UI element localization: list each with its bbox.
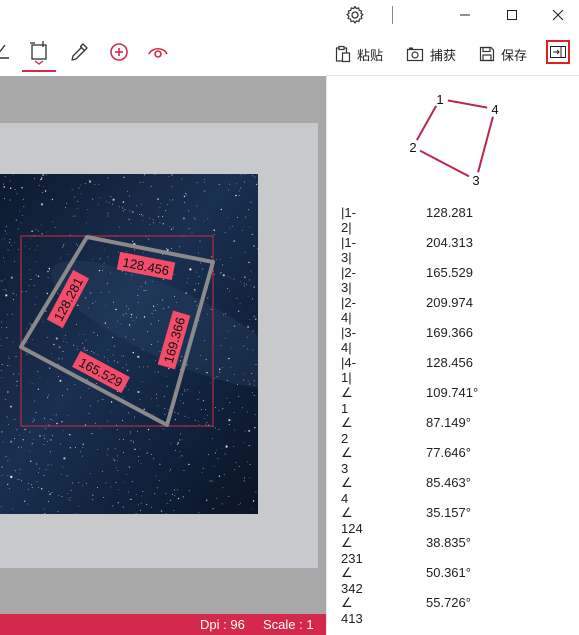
measurement-value: 35.157° xyxy=(426,505,471,520)
maximize-icon[interactable] xyxy=(499,0,525,30)
toolbar: 粘贴 捕获 保存 xyxy=(0,30,579,76)
paste-button[interactable]: 粘贴 xyxy=(335,44,383,64)
measurement-value: 109.741° xyxy=(426,385,479,400)
title-bar xyxy=(0,0,579,30)
measurement-label: |3-4| xyxy=(341,325,356,355)
measurement-label: ∠ 342 xyxy=(341,565,363,596)
save-disk-icon xyxy=(479,46,495,62)
angle-tool-icon[interactable] xyxy=(0,36,16,68)
status-bar: Dpi : 96 Scale : 1 xyxy=(0,614,326,635)
measurement-label: ∠ 1 xyxy=(341,385,353,416)
measurement-label: ∠ 4 xyxy=(341,475,353,506)
diagram-point-3: 3 xyxy=(468,172,484,188)
measurement-value: 209.974 xyxy=(426,295,473,310)
measurement-overlay: 128.456 128.281 169.366 165.529 xyxy=(19,235,215,427)
measurement-panel: 1 2 3 4 |1-2| 128.281 |1-3| 204.313 |2-3| 1… xyxy=(326,76,579,635)
measurement-value: 169.366 xyxy=(426,325,473,340)
measurement-value: 87.149° xyxy=(426,415,471,430)
panel-toggle-icon xyxy=(550,46,566,58)
minimize-icon[interactable] xyxy=(452,0,478,30)
clipboard-icon xyxy=(335,45,351,63)
preview-eye-icon[interactable] xyxy=(143,36,173,68)
capture-button[interactable]: 捕获 xyxy=(406,44,456,64)
svg-text:1: 1 xyxy=(436,92,443,107)
image-canvas[interactable]: 128.456 128.281 169.366 165.529 xyxy=(0,76,326,614)
measurement-label: |2-3| xyxy=(341,265,356,295)
measurement-value: 55.726° xyxy=(426,595,471,610)
svg-text:2: 2 xyxy=(409,140,416,155)
svg-text:4: 4 xyxy=(491,102,498,117)
title-divider xyxy=(392,6,393,24)
capture-label: 捕获 xyxy=(430,47,457,63)
measurement-label: ∠ 124 xyxy=(341,505,363,536)
measurement-label: ∠ 2 xyxy=(341,415,353,446)
collapse-panel-button[interactable] xyxy=(546,40,570,64)
measurement-label: ∠ 3 xyxy=(341,445,353,476)
side-label-2-3: 165.529 xyxy=(72,350,130,394)
measurement-value: 38.835° xyxy=(426,535,471,550)
measurement-label: |4-1| xyxy=(341,355,356,385)
measurement-value: 128.281 xyxy=(426,205,473,220)
save-label: 保存 xyxy=(501,47,528,63)
point-order-diagram: 1 2 3 4 xyxy=(405,91,503,188)
measurement-label: |2-4| xyxy=(341,295,356,325)
measurement-value: 50.361° xyxy=(426,565,471,580)
zoom-in-icon[interactable] xyxy=(104,36,134,68)
measurement-value: 77.646° xyxy=(426,445,471,460)
camera-icon xyxy=(406,47,424,62)
measurement-label: ∠ 413 xyxy=(341,595,363,626)
measurement-value: 85.463° xyxy=(426,475,471,490)
polygon-measure-tool-icon[interactable] xyxy=(24,36,54,68)
diagram-point-1: 1 xyxy=(432,91,448,107)
diagram-point-2: 2 xyxy=(405,139,421,155)
side-label-1-2: 128.281 xyxy=(46,270,90,328)
measurement-label: |1-3| xyxy=(341,235,356,265)
save-button[interactable]: 保存 xyxy=(479,44,527,64)
close-icon[interactable] xyxy=(545,0,571,30)
svg-text:3: 3 xyxy=(472,173,479,188)
measurement-value: 128.456 xyxy=(426,355,473,370)
measurement-value: 165.529 xyxy=(426,265,473,280)
dpi-readout: Dpi : 96 xyxy=(200,617,245,632)
diagram-point-4: 4 xyxy=(487,101,503,117)
color-picker-icon[interactable] xyxy=(64,36,94,68)
measurement-value: 204.313 xyxy=(426,235,473,250)
side-label-4-1: 128.456 xyxy=(116,251,176,281)
active-tool-indicator xyxy=(22,70,56,72)
paste-label: 粘贴 xyxy=(357,47,384,63)
measurement-label: |1-2| xyxy=(341,205,356,235)
settings-gear-icon[interactable] xyxy=(341,0,369,30)
scale-readout: Scale : 1 xyxy=(263,617,314,632)
measurement-label: ∠ 231 xyxy=(341,535,363,566)
